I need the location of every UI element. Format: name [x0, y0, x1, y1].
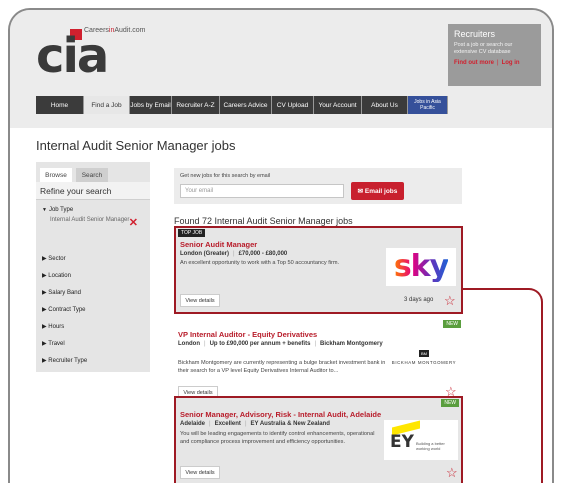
envelope-icon: ✉ — [357, 188, 365, 195]
job-description: Bickham Montgomery are currently represe… — [178, 360, 386, 374]
job-salary: £70,000 - £80,000 — [238, 251, 288, 257]
nav-your-account[interactable]: Your Account — [314, 96, 362, 114]
nav-jobs-asia-pacific[interactable]: Jobs in Asia Pacific — [408, 96, 448, 114]
sky-logo: sky — [393, 249, 449, 284]
filter-label: Hours — [48, 323, 65, 330]
job-title-link[interactable]: VP Internal Auditor - Equity Derivatives — [178, 330, 317, 339]
site-name-suffix: Audit.com — [114, 27, 146, 34]
refine-title: Refine your search — [36, 182, 150, 200]
filter-sector[interactable]: ▶ Sector — [36, 250, 150, 267]
top-job-badge: TOP JOB — [178, 229, 206, 237]
job-title-link[interactable]: Senior Manager, Advisory, Risk - Interna… — [180, 410, 381, 419]
nav-home[interactable]: Home — [36, 96, 84, 114]
job-salary: Excellent — [214, 421, 241, 427]
recruiters-box: Recruiters Post a job or search our exte… — [448, 24, 541, 86]
nav-jobs-by-email[interactable]: Jobs by Email — [130, 96, 172, 114]
job-type-selected: Internal Audit Senior Manager ✕ — [36, 216, 150, 242]
results-count: Found 72 Internal Audit Senior Manager j… — [174, 216, 353, 226]
email-alert-box: Get new jobs for this search by email Yo… — [174, 168, 462, 204]
browser-frame: CareersinAudit.com cia Recruiters Post a… — [8, 8, 554, 483]
find-out-more-link[interactable]: Find out more — [454, 60, 494, 66]
site-logo[interactable]: cia — [36, 32, 109, 80]
job-company: Bickham Montgomery — [320, 341, 383, 347]
nav-cv-upload[interactable]: CV Upload — [272, 96, 314, 114]
job-card: NEW Senior Manager, Advisory, Risk - Int… — [174, 396, 463, 483]
posted-date: 3 days ago — [404, 297, 434, 303]
filter-label: Recruiter Type — [48, 357, 88, 364]
filter-location[interactable]: ▶ Location — [36, 267, 150, 284]
bickham-name: BICKHAM MONTGOMERY — [391, 359, 457, 365]
job-card: NEW VP Internal Auditor - Equity Derivat… — [174, 320, 463, 400]
triangle-down-icon: ▼ — [42, 207, 47, 213]
job-description: You will be leading engagements to ident… — [180, 431, 375, 445]
nav-asia-line2: Pacific — [420, 104, 435, 111]
job-company: EY Australia & New Zealand — [250, 421, 330, 427]
filter-label: Travel — [48, 340, 65, 347]
filter-recruiter-type[interactable]: ▶ Recruiter Type — [36, 352, 150, 369]
view-details-button[interactable]: View details — [180, 466, 220, 479]
job-card: TOP JOB Senior Audit Manager London (Gre… — [174, 226, 463, 314]
page-title: Internal Audit Senior Manager jobs — [36, 138, 236, 153]
job-location: London — [178, 341, 200, 347]
recruiters-title: Recruiters — [454, 29, 496, 39]
recruiter-logo-bickham[interactable]: BM BICKHAM MONTGOMERY — [388, 340, 460, 374]
email-input[interactable]: Your email — [180, 184, 344, 198]
site-header: CareersinAudit.com cia Recruiters Post a… — [10, 10, 552, 128]
job-meta: London | Up to £90,000 per annum + benefit… — [178, 340, 388, 348]
new-badge: NEW — [443, 320, 461, 328]
job-description: An excellent opportunity to work with a … — [180, 260, 340, 266]
filter-label: Contract Type — [48, 306, 86, 313]
filter-salary-band[interactable]: ▶ Salary Band — [36, 284, 150, 301]
bickham-mark: BM — [419, 349, 429, 357]
meta-separator: | — [209, 421, 211, 427]
tab-browse[interactable]: Browse — [40, 168, 72, 182]
nav-careers-advice[interactable]: Careers Advice — [220, 96, 272, 114]
ey-tagline: Building a better working world — [415, 441, 445, 451]
job-type-label: Job Type — [48, 207, 74, 213]
tab-search[interactable]: Search — [76, 168, 108, 182]
link-separator: | — [497, 59, 499, 66]
star-icon[interactable]: ☆ — [446, 466, 458, 479]
recruiters-text: Post a job or search our extensive CV da… — [454, 42, 513, 56]
ey-mark: EY — [390, 432, 414, 452]
new-badge: NEW — [441, 399, 459, 407]
meta-separator: | — [314, 341, 316, 347]
filter-label: Location — [48, 272, 71, 279]
nav-recruiter-a-z[interactable]: Recruiter A-Z — [172, 96, 220, 114]
refine-sidebar: Browse Search Refine your search ▼ Job Ty… — [36, 162, 150, 372]
annotation-connector — [463, 288, 543, 483]
meta-separator: | — [233, 251, 235, 257]
job-meta: London (Greater) | £70,000 - £80,000 — [180, 250, 287, 258]
meta-separator: | — [244, 421, 247, 427]
job-meta: Adelaide | Excellent | EY Australia & New Ze… — [180, 420, 330, 428]
job-type-value: Internal Audit Senior Manager — [50, 217, 130, 223]
nav-find-a-job[interactable]: Find a Job — [84, 96, 130, 114]
email-jobs-label: Email jobs — [364, 187, 398, 195]
job-location: London (Greater) — [180, 251, 229, 257]
view-details-button[interactable]: View details — [180, 294, 220, 307]
login-link[interactable]: Log in — [502, 60, 520, 66]
job-salary: Up to £90,000 per annum + benefits — [209, 341, 311, 347]
filter-label: Sector — [48, 255, 66, 262]
filter-travel[interactable]: ▶ Travel — [36, 335, 150, 352]
filter-job-type[interactable]: ▼ Job Type — [36, 204, 150, 216]
nav-about-us[interactable]: About Us — [362, 96, 408, 114]
remove-filter-icon[interactable]: ✕ — [129, 218, 138, 229]
recruiter-logo-sky[interactable]: sky — [386, 248, 456, 286]
job-location: Adelaide — [180, 421, 206, 427]
email-jobs-button[interactable]: ✉ Email jobs — [351, 182, 404, 200]
email-alert-label: Get new jobs for this search by email — [180, 173, 271, 179]
star-icon[interactable]: ☆ — [444, 294, 456, 307]
main-nav: Home Find a Job Jobs by Email Recruiter … — [36, 96, 448, 114]
meta-separator: | — [204, 341, 206, 347]
job-title-link[interactable]: Senior Audit Manager — [180, 240, 257, 249]
filter-contract-type[interactable]: ▶ Contract Type — [36, 301, 150, 318]
filter-label: Salary Band — [48, 289, 81, 296]
filter-hours[interactable]: ▶ Hours — [36, 318, 150, 335]
recruiter-logo-ey[interactable]: EY Building a better working world — [384, 420, 458, 460]
